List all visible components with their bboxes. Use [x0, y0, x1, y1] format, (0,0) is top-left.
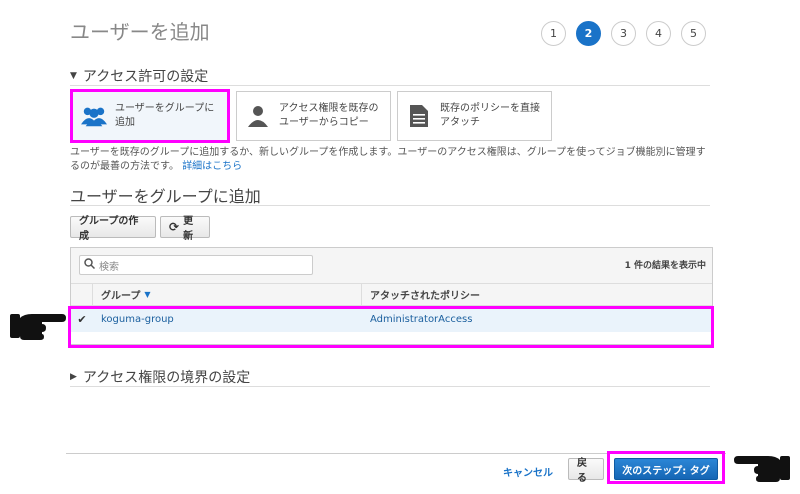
boundary-section-toggle[interactable]: ▶ アクセス権限の境界の設定	[70, 367, 250, 387]
description-text: ユーザーを既存のグループに追加するか、新しいグループを作成します。ユーザーのアク…	[70, 147, 706, 172]
permissions-description: ユーザーを既存のグループに追加するか、新しいグループを作成します。ユーザーのアク…	[70, 146, 715, 174]
option-attach-policy[interactable]: 既存のポリシーを直接アタッチ	[397, 91, 552, 141]
page-title: ユーザーを追加	[70, 20, 210, 44]
option-add-to-group[interactable]: ユーザーをグループに追加	[70, 89, 230, 143]
search-input[interactable]: 検索	[79, 255, 313, 275]
refresh-icon: ⟳	[169, 220, 180, 234]
step-5[interactable]: 5	[681, 21, 706, 46]
cancel-link[interactable]: キャンセル	[503, 464, 553, 479]
highlight-frame	[68, 306, 714, 348]
create-group-button[interactable]: グループの作成	[70, 216, 156, 242]
caret-right-icon: ▶	[70, 372, 77, 382]
caret-down-icon: ▼	[70, 71, 77, 81]
option-label: 既存のポリシーを直接アタッチ	[440, 103, 540, 128]
result-count: 1 件の結果を表示中	[624, 261, 706, 271]
user-icon	[245, 103, 271, 129]
option-copy-permissions[interactable]: アクセス権限を既存のユーザーからコピー	[236, 91, 391, 141]
step-3[interactable]: 3	[611, 21, 636, 46]
table-header: グループ ▼ アタッチされたポリシー	[71, 284, 712, 306]
option-label: アクセス権限を既存のユーザーからコピー	[279, 103, 379, 128]
document-icon	[406, 103, 432, 129]
details-link[interactable]: 詳細はこちら	[182, 161, 242, 172]
boundary-heading: アクセス権限の境界の設定	[82, 370, 251, 386]
refresh-button[interactable]: ⟳ 更新	[160, 216, 210, 242]
step-2-active[interactable]: 2	[576, 21, 601, 46]
permissions-section-toggle[interactable]: ▼ アクセス許可の設定	[70, 66, 208, 86]
back-label: 戻る	[577, 458, 587, 484]
option-label: ユーザーをグループに追加	[115, 103, 215, 128]
step-1[interactable]: 1	[541, 21, 566, 46]
back-button[interactable]: 戻る	[568, 458, 604, 484]
step-4[interactable]: 4	[646, 21, 671, 46]
column-header-group[interactable]: グループ ▼	[93, 284, 362, 305]
permissions-heading: アクセス許可の設定	[82, 69, 209, 85]
highlight-frame	[607, 451, 725, 484]
divider	[70, 205, 710, 206]
group-section-heading: ユーザーをグループに追加	[70, 187, 261, 206]
pointing-hand-icon	[10, 310, 66, 346]
column-header-policy: アタッチされたポリシー	[362, 284, 480, 305]
column-label: グループ	[101, 291, 141, 302]
search-icon	[84, 258, 96, 272]
pointing-hand-icon	[734, 452, 790, 488]
table-toolbar: 検索 1 件の結果を表示中	[71, 248, 712, 284]
permission-options: ユーザーをグループに追加 アクセス権限を既存のユーザーからコピー 既存のポリシー…	[70, 89, 552, 143]
create-group-label: グループの作成	[79, 216, 139, 242]
step-indicator: 1 2 3 4 5	[541, 21, 706, 46]
header-checkbox-cell	[71, 284, 93, 305]
refresh-label: 更新	[183, 216, 194, 242]
search-placeholder: 検索	[99, 261, 119, 273]
sort-desc-icon[interactable]: ▼	[144, 290, 150, 299]
group-icon	[81, 103, 107, 129]
column-label: アタッチされたポリシー	[370, 291, 480, 302]
divider	[70, 85, 710, 86]
divider	[70, 386, 710, 387]
